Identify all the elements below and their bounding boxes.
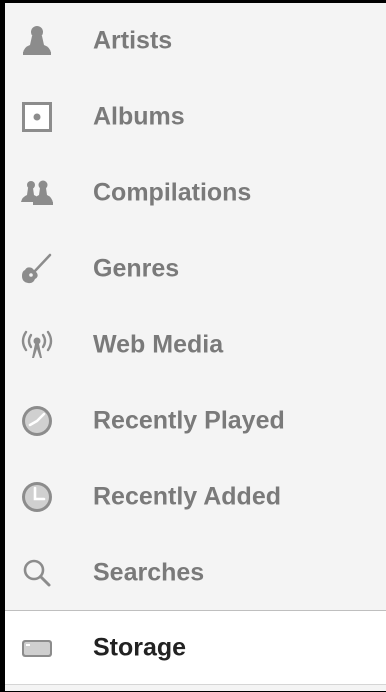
menu-item-label: Genres	[93, 254, 180, 283]
album-icon	[19, 99, 55, 135]
menu-item-recently-played[interactable]: Recently Played	[5, 383, 386, 459]
menu-item-web-media[interactable]: Web Media	[5, 307, 386, 383]
menu-item-label: Recently Added	[93, 482, 282, 511]
storage-section: Storage	[5, 610, 386, 691]
menu-item-label: Albums	[93, 102, 185, 131]
clock-icon	[19, 479, 55, 515]
menu-item-label: Storage	[93, 633, 187, 661]
search-icon	[19, 555, 55, 591]
menu-item-label: Searches	[93, 558, 205, 587]
broadcast-icon	[19, 327, 55, 363]
menu-item-genres[interactable]: Genres	[5, 231, 386, 307]
drive-icon	[19, 630, 55, 666]
menu-item-label: Compilations	[93, 178, 252, 207]
menu-item-albums[interactable]: Albums	[5, 79, 386, 155]
sidebar-menu-panel: Artists Albums Compilations Genres Web M…	[0, 0, 386, 692]
guitar-icon	[19, 251, 55, 287]
menu-item-label: Recently Played	[93, 406, 285, 435]
menu-background-strip	[5, 685, 386, 691]
menu-item-recently-added[interactable]: Recently Added	[5, 459, 386, 535]
menu-item-artists[interactable]: Artists	[5, 3, 386, 79]
menu-item-label: Artists	[93, 26, 173, 55]
menu-item-label: Web Media	[93, 330, 224, 359]
menu-item-storage[interactable]: Storage	[5, 611, 386, 684]
artist-icon	[19, 23, 55, 59]
compilations-icon	[19, 175, 55, 211]
menu-item-compilations[interactable]: Compilations	[5, 155, 386, 231]
menu-item-searches[interactable]: Searches	[5, 535, 386, 611]
clock-icon	[19, 403, 55, 439]
